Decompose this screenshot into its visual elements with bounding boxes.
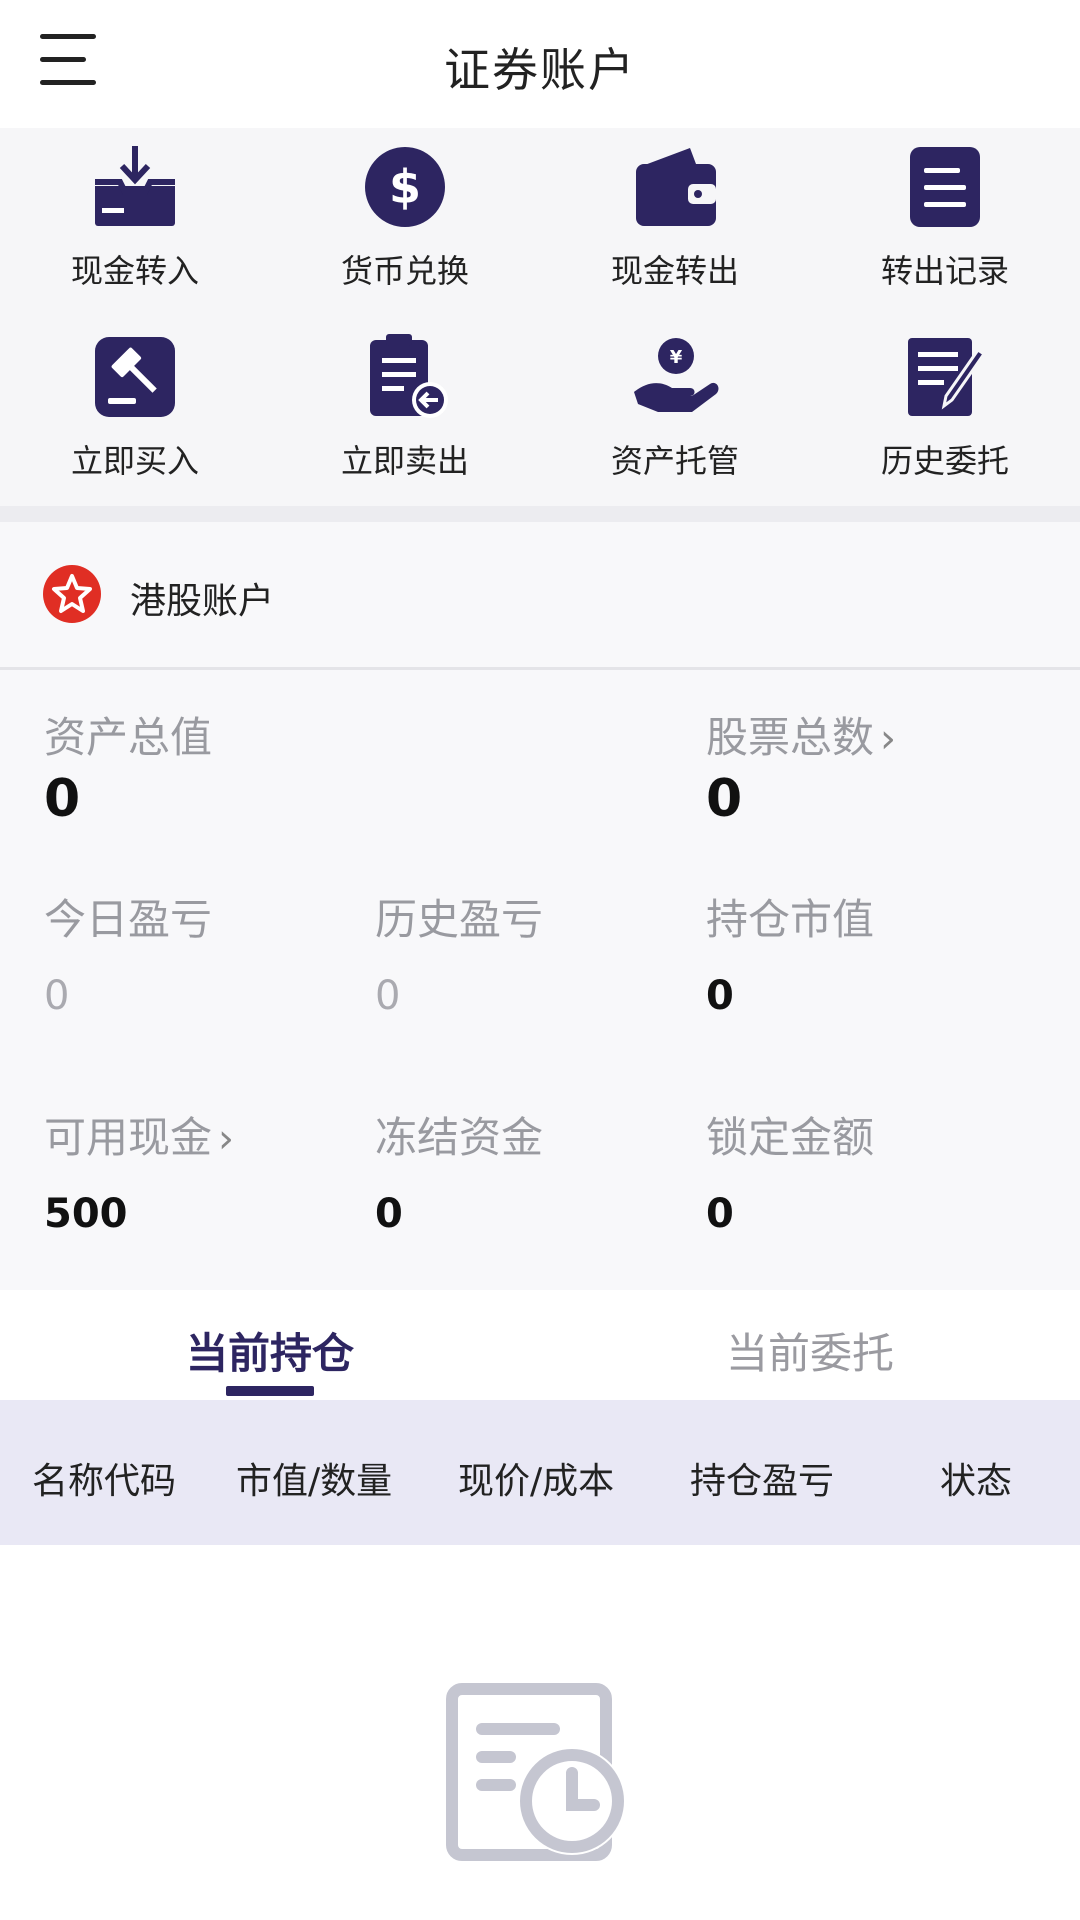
svg-text:¥: ¥	[670, 347, 683, 368]
locked-amount-label: 锁定金额	[706, 1113, 875, 1162]
tab-current-orders[interactable]: 当前委托	[726, 1320, 894, 1381]
history-pnl-stat: 历史盈亏 0	[375, 886, 543, 1019]
position-value-stat: 持仓市值 0	[706, 886, 874, 1019]
chevron-right-icon: ›	[880, 716, 897, 762]
cash-in-button[interactable]: 现金转入	[0, 142, 270, 322]
quick-actions-grid: 现金转入 $ 货币兑换 现金转出 转出记录 立即买入 立即卖出 ¥ 资产托管 历…	[0, 128, 1080, 506]
asset-custody-label: 资产托管	[610, 442, 739, 480]
locked-amount-stat: 锁定金额 0	[706, 1104, 874, 1237]
available-cash-value: 500	[44, 1191, 128, 1237]
asset-custody-icon: ¥	[634, 338, 719, 412]
total-stocks-stat[interactable]: 股票总数 › 0	[706, 704, 896, 829]
transfer-records-button[interactable]: 转出记录	[810, 142, 1080, 322]
page-title: 证券账户	[444, 43, 636, 97]
wallet-icon	[636, 148, 716, 226]
star-badge-icon	[43, 565, 101, 623]
frozen-funds-stat: 冻结资金 0	[375, 1104, 543, 1237]
history-pnl-label: 历史盈亏	[375, 895, 544, 944]
table-header: 名称代码 市值/数量 现价/成本 持仓盈亏 状态	[0, 1400, 1080, 1545]
column-header-value-qty: 市值/数量	[236, 1461, 393, 1502]
today-pnl-value: 0	[44, 973, 70, 1019]
available-cash-stat[interactable]: 可用现金 › 500	[44, 1104, 234, 1237]
cash-out-button[interactable]: 现金转出	[540, 142, 810, 322]
column-header-position-pnl: 持仓盈亏	[690, 1461, 835, 1502]
gavel-icon	[95, 337, 175, 417]
column-header-status: 状态	[940, 1461, 1013, 1502]
total-assets-label: 资产总值	[44, 713, 213, 762]
order-history-label: 历史委托	[880, 442, 1009, 480]
today-pnl-label: 今日盈亏	[44, 895, 213, 944]
column-header-price-cost: 现价/成本	[458, 1461, 615, 1502]
column-header-name-code: 名称代码	[32, 1461, 177, 1502]
cash-in-label: 现金转入	[70, 252, 199, 290]
sell-now-button[interactable]: 立即卖出	[270, 332, 540, 512]
order-history-button[interactable]: 历史委托	[810, 332, 1080, 512]
buy-now-label: 立即买入	[70, 442, 199, 480]
currency-exchange-button[interactable]: $ 货币兑换	[270, 142, 540, 322]
asset-custody-button[interactable]: ¥ 资产托管	[540, 332, 810, 512]
buy-now-button[interactable]: 立即买入	[0, 332, 270, 512]
position-value-value: 0	[706, 973, 734, 1019]
record-list-icon	[910, 147, 980, 227]
app-header: 证券账户	[0, 0, 1080, 128]
frozen-funds-label: 冻结资金	[375, 1113, 544, 1162]
empty-state	[0, 1545, 1080, 1920]
holdings-tabs: 当前持仓 当前委托	[0, 1290, 1080, 1400]
account-name: 港股账户	[130, 581, 275, 622]
account-stats: 资产总值 0 股票总数 › 0 今日盈亏 0 历史盈亏 0 持仓市值 0 可用现金…	[0, 670, 1080, 1290]
account-header: 港股账户	[0, 522, 1080, 670]
chevron-right-icon: ›	[218, 1116, 235, 1162]
currency-exchange-label: 货币兑换	[340, 252, 469, 290]
today-pnl-stat: 今日盈亏 0	[44, 886, 212, 1019]
total-assets-stat: 资产总值 0	[44, 704, 212, 829]
tab-current-holdings[interactable]: 当前持仓	[186, 1320, 354, 1381]
history-order-icon	[908, 338, 987, 416]
total-stocks-label: 股票总数	[706, 713, 875, 762]
cash-in-icon	[95, 146, 175, 226]
clipboard-sell-icon	[370, 334, 448, 418]
empty-document-clock-icon	[446, 1683, 626, 1861]
total-stocks-value: 0	[706, 769, 743, 829]
currency-exchange-icon: $	[365, 147, 445, 227]
position-value-label: 持仓市值	[706, 895, 875, 944]
cash-out-label: 现金转出	[610, 252, 739, 290]
locked-amount-value: 0	[706, 1191, 734, 1237]
sell-now-label: 立即卖出	[340, 442, 469, 480]
svg-text:$: $	[389, 160, 421, 214]
active-tab-indicator	[226, 1386, 314, 1396]
transfer-records-label: 转出记录	[880, 252, 1009, 290]
total-assets-value: 0	[44, 769, 81, 829]
available-cash-label: 可用现金	[44, 1113, 213, 1162]
history-pnl-value: 0	[375, 973, 401, 1019]
section-divider	[0, 506, 1080, 522]
frozen-funds-value: 0	[375, 1191, 403, 1237]
